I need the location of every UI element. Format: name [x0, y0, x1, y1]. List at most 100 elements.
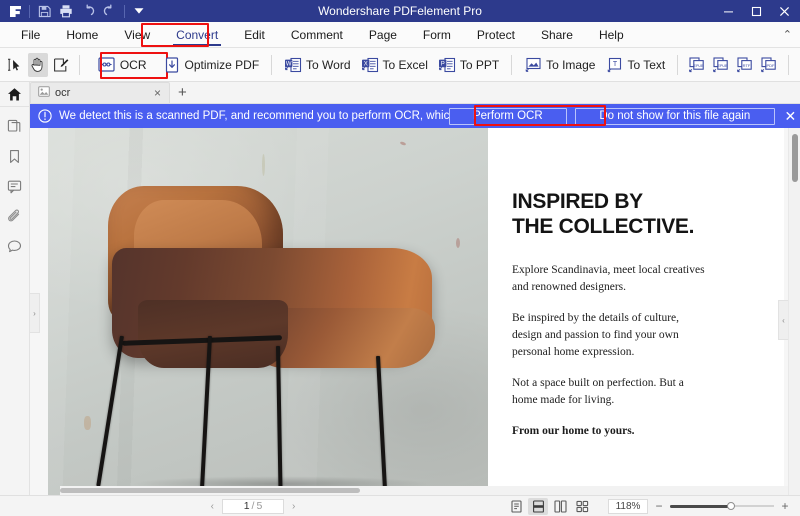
menu-item-share[interactable]: Share — [528, 22, 586, 48]
wall-speck-4 — [262, 154, 265, 176]
zoom-controls: 118% − + — [608, 498, 790, 514]
close-button[interactable] — [770, 0, 798, 22]
to-pdfa-button[interactable]: PDF — [757, 52, 781, 78]
document-paragraph-3: Not a space built on perfection. But a h… — [512, 376, 684, 406]
menu-bar: File Home View Convert Edit Comment Page… — [0, 22, 800, 48]
menu-item-form[interactable]: Form — [410, 22, 464, 48]
vertical-scrollbar[interactable] — [788, 128, 800, 495]
chair-leg-1 — [96, 335, 124, 487]
zoom-out-button[interactable]: − — [654, 499, 664, 513]
vertical-scrollbar-thumb[interactable] — [792, 134, 798, 182]
heading-line-1: INSPIRED BY — [512, 190, 643, 213]
heading-line-2: THE COLLECTIVE. — [512, 214, 695, 238]
ocr-label: OCR — [119, 57, 147, 72]
pdf-file-icon — [38, 86, 50, 100]
to-html-button[interactable]: EPUB — [709, 52, 733, 78]
minimize-button[interactable] — [714, 0, 742, 22]
zoom-slider-knob[interactable] — [727, 502, 736, 510]
convert-ribbon: OCR Optimize PDF W To Word X To Excel P — [0, 48, 800, 82]
app-logo-icon[interactable] — [4, 1, 26, 21]
close-notification-icon[interactable]: ✕ — [781, 104, 800, 128]
comment-icon[interactable] — [0, 231, 30, 261]
thumbnails-icon[interactable] — [0, 111, 30, 141]
print-icon[interactable] — [55, 1, 77, 21]
document-paragraph-1: Explore Scandinavia, meet local creative… — [512, 263, 705, 293]
save-icon[interactable] — [33, 1, 55, 21]
optimize-pdf-button[interactable]: Optimize PDF — [158, 52, 265, 78]
do-not-show-button[interactable]: Do not show for this file again — [574, 107, 775, 125]
facing-view-button[interactable] — [550, 498, 570, 515]
collapse-ribbon-icon[interactable]: ⌃ — [783, 22, 792, 48]
menu-item-home[interactable]: Home — [53, 22, 111, 48]
menu-item-page[interactable]: Page — [356, 22, 410, 48]
to-ppt-icon: P — [438, 56, 456, 74]
expand-right-panel-handle[interactable]: ‹ — [778, 300, 788, 340]
menu-item-view[interactable]: View — [111, 22, 163, 48]
continuous-view-button[interactable] — [528, 497, 548, 515]
select-text-tool[interactable] — [5, 53, 26, 77]
menu-item-edit[interactable]: Edit — [231, 22, 278, 48]
next-page-button[interactable]: › — [284, 501, 303, 512]
to-ppt-button[interactable]: P To PPT — [433, 52, 504, 78]
pdf-viewer[interactable]: INSPIRED BY THE COLLECTIVE. Explore Scan… — [30, 128, 800, 495]
to-word-button[interactable]: W To Word — [279, 52, 355, 78]
to-text-button[interactable]: T To Text — [600, 52, 670, 78]
zoom-slider[interactable] — [670, 500, 774, 512]
thumbnail-grid-view-button[interactable] — [572, 498, 592, 515]
zoom-slider-fill — [670, 504, 731, 508]
toolbar-divider-2 — [124, 4, 125, 18]
ribbon-divider-1 — [78, 54, 80, 75]
ocr-button[interactable]: OCR — [93, 52, 152, 78]
view-mode-group — [506, 497, 592, 515]
notification-message: We detect this is a scanned PDF, and rec… — [59, 110, 449, 122]
title-bar: Wondershare PDFelement Pro — [0, 0, 800, 22]
annotation-icon[interactable] — [0, 171, 30, 201]
close-tab-icon[interactable]: × — [152, 86, 163, 100]
menu-item-protect[interactable]: Protect — [464, 22, 528, 48]
expand-left-panel-handle[interactable]: › — [30, 293, 40, 333]
edit-tool[interactable] — [50, 53, 71, 77]
ribbon-divider-4 — [677, 54, 679, 75]
optimize-pdf-label: Optimize PDF — [184, 57, 260, 72]
hand-tool[interactable] — [27, 52, 49, 77]
page-number-input[interactable]: 1 / 5 — [222, 498, 284, 514]
to-rtf-button[interactable]: RTF — [733, 52, 757, 78]
quick-access-toolbar — [0, 1, 150, 21]
menu-item-convert[interactable]: Convert — [163, 22, 231, 48]
to-image-icon — [524, 56, 542, 74]
zoom-in-button[interactable]: + — [780, 499, 790, 513]
redo-icon[interactable] — [99, 1, 121, 21]
horizontal-scrollbar[interactable] — [60, 486, 788, 495]
menu-item-help[interactable]: Help — [586, 22, 637, 48]
to-word-label: To Word — [306, 57, 351, 72]
menu-item-comment[interactable]: Comment — [278, 22, 356, 48]
home-icon[interactable] — [0, 82, 30, 106]
undo-icon[interactable] — [77, 1, 99, 21]
bookmark-icon[interactable] — [0, 141, 30, 171]
page-navigation: ‹ 1 / 5 › — [203, 498, 304, 514]
chair-leg-4 — [376, 355, 387, 488]
zoom-level-input[interactable]: 118% — [608, 498, 648, 514]
previous-page-button[interactable]: ‹ — [203, 501, 222, 512]
wall-speck-2 — [456, 238, 460, 248]
to-image-button[interactable]: To Image — [519, 52, 600, 78]
customize-quick-access-icon[interactable] — [128, 1, 150, 21]
status-bar: ‹ 1 / 5 › 118% − + — [0, 495, 800, 516]
to-rtf-icon: RTF — [736, 56, 754, 74]
to-epub-button[interactable]: EPUB — [685, 52, 709, 78]
left-sidebar — [0, 82, 30, 495]
document-tab-label: ocr — [55, 87, 71, 99]
menu-item-file[interactable]: File — [8, 22, 53, 48]
to-epub-icon: EPUB — [688, 56, 706, 74]
new-tab-button[interactable]: + — [170, 83, 195, 103]
horizontal-scrollbar-thumb[interactable] — [60, 488, 360, 493]
single-page-view-button[interactable] — [506, 498, 526, 515]
svg-text:T: T — [613, 61, 618, 68]
perform-ocr-button[interactable]: Perform OCR — [448, 107, 567, 125]
attachment-icon[interactable] — [0, 201, 30, 231]
to-image-label: To Image — [546, 57, 596, 72]
maximize-button[interactable] — [742, 0, 770, 22]
page-text-column: INSPIRED BY THE COLLECTIVE. Explore Scan… — [488, 128, 784, 495]
to-excel-button[interactable]: X To Excel — [356, 52, 433, 78]
document-tab[interactable]: ocr × — [30, 82, 170, 103]
